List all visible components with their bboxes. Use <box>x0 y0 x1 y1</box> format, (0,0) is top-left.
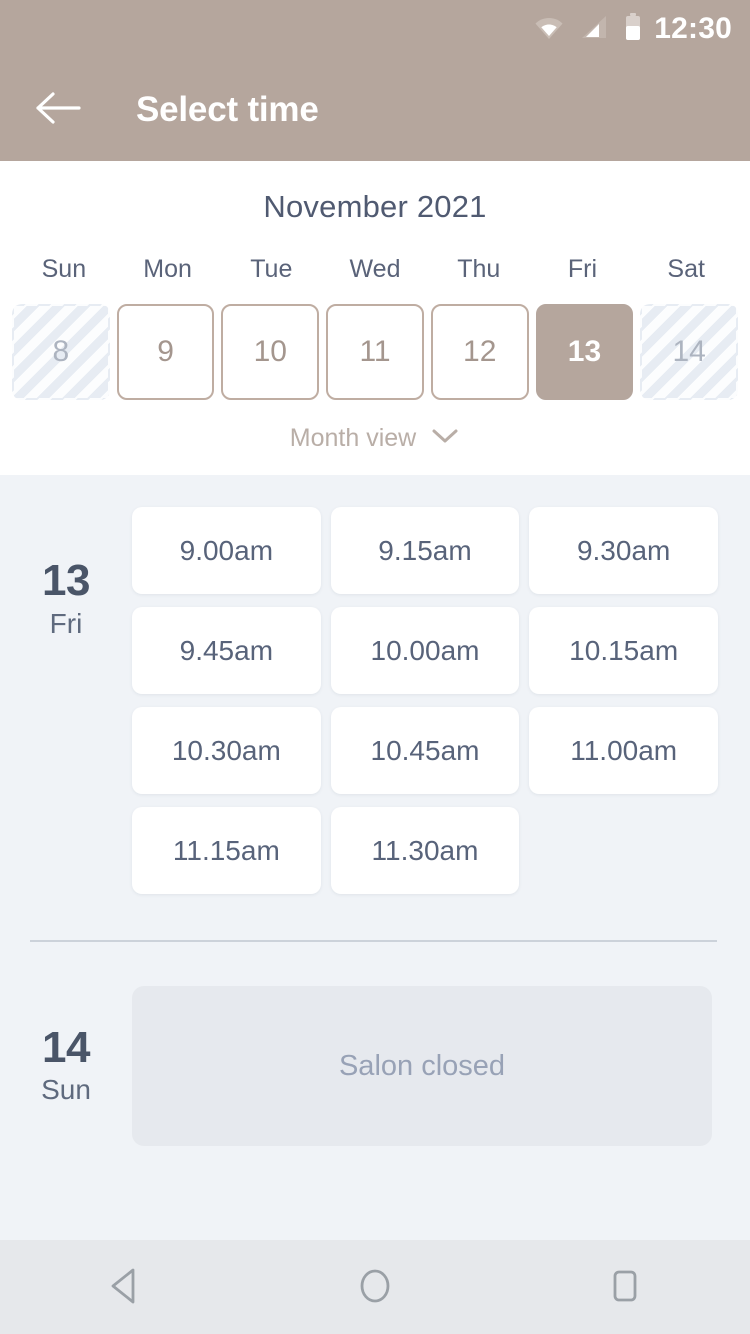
weekday-label-fri: Fri <box>567 255 598 283</box>
weekday-label-sun: Sun <box>41 255 87 283</box>
day-group-divider <box>30 940 717 942</box>
time-slot-placeholder <box>529 807 718 894</box>
day-cell-12[interactable]: 12 <box>430 304 529 400</box>
calendar-month-title: November 2021 <box>263 189 487 224</box>
day-group-number: 13 <box>42 556 90 605</box>
schedule-area: 13 Fri 9.00am 9.15am 9.30am 9.45am 10.00… <box>0 475 750 1240</box>
time-slot-grid: 9.00am 9.15am 9.30am 9.45am 10.00am 10.1… <box>132 507 750 894</box>
app-bar: Select time <box>0 58 750 161</box>
time-slot-chip[interactable]: 9.15am <box>330 507 520 594</box>
time-slot-chip[interactable]: 11.00am <box>529 707 718 794</box>
day-cell-9[interactable]: 9 <box>116 304 215 400</box>
calendar-panel: November 2021 Sun Mon Tue Wed Thu Fri Sa… <box>0 161 750 475</box>
back-triangle-icon <box>106 1266 144 1309</box>
day-group-weekday: Sun <box>41 1074 91 1106</box>
cellular-signal-icon <box>580 14 608 45</box>
time-slot-chip[interactable]: 10.15am <box>529 607 718 694</box>
time-slot-chip[interactable]: 9.45am <box>132 607 321 694</box>
month-view-label: Month view <box>289 424 417 452</box>
home-circle-icon <box>356 1266 394 1309</box>
salon-closed-banner: Salon closed <box>132 986 712 1146</box>
booking-select-time-screen: 12:30 Select time November 2021 Sun Mon … <box>0 0 750 1334</box>
wifi-icon <box>534 14 564 45</box>
nav-back-button[interactable] <box>65 1240 185 1334</box>
day-cell-11[interactable]: 11 <box>326 304 424 400</box>
day-group-13: 13 Fri 9.00am 9.15am 9.30am 9.45am 10.00… <box>0 507 750 894</box>
day-group-label-14: 14 Sun <box>0 1022 132 1107</box>
day-cell-8: 8 <box>12 304 110 400</box>
status-bar-icons <box>534 12 642 46</box>
chevron-down-icon <box>430 427 460 450</box>
weekday-label-tue: Tue <box>250 255 293 283</box>
status-bar-clock: 12:30 <box>654 12 732 45</box>
page-title: Select time <box>136 89 319 129</box>
calendar-days-row: 8 9 10 11 12 13 14 <box>0 304 750 400</box>
month-view-toggle[interactable]: Month view <box>0 424 750 475</box>
day-cell-14: 14 <box>640 304 738 400</box>
time-slot-chip[interactable]: 10.00am <box>330 607 520 694</box>
battery-icon <box>624 12 642 46</box>
day-group-label-13: 13 Fri <box>0 507 132 640</box>
day-group-14: 14 Sun Salon closed <box>0 986 750 1146</box>
time-slot-chip[interactable]: 9.30am <box>529 507 718 594</box>
weekday-label-mon: Mon <box>143 255 192 283</box>
nav-recents-button[interactable] <box>565 1240 685 1334</box>
weekday-label-thu: Thu <box>457 255 501 283</box>
time-slot-chip[interactable]: 10.30am <box>132 707 321 794</box>
day-cell-13-selected[interactable]: 13 <box>535 304 634 400</box>
nav-home-button[interactable] <box>315 1240 435 1334</box>
time-slot-chip[interactable]: 11.15am <box>132 807 321 894</box>
time-slot-chip[interactable]: 11.30am <box>330 807 520 894</box>
day-group-weekday: Fri <box>49 607 83 639</box>
android-navigation-bar <box>0 1240 750 1334</box>
status-bar: 12:30 <box>0 0 750 58</box>
day-cell-10[interactable]: 10 <box>221 304 320 400</box>
salon-closed-text: Salon closed <box>338 1049 506 1082</box>
day-group-number: 14 <box>42 1022 90 1072</box>
weekday-label-wed: Wed <box>349 255 401 283</box>
time-slot-chip[interactable]: 9.00am <box>132 507 321 594</box>
back-button[interactable] <box>32 84 84 136</box>
arrow-left-icon <box>35 91 81 128</box>
recents-square-icon <box>606 1266 644 1309</box>
calendar-weekday-row: Sun Mon Tue Wed Thu Fri Sat <box>0 255 750 284</box>
weekday-label-sat: Sat <box>667 255 705 283</box>
time-slot-chip[interactable]: 10.45am <box>330 707 520 794</box>
